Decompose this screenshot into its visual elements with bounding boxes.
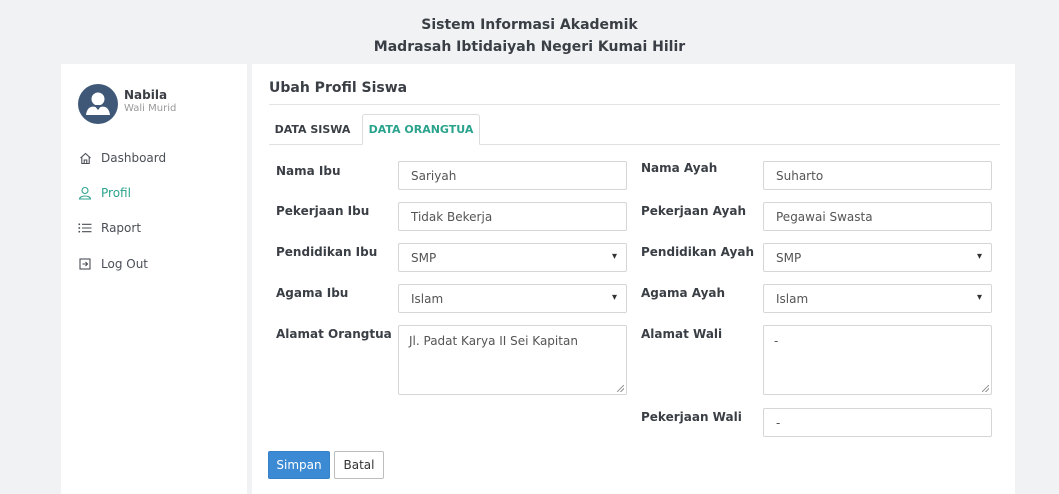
label-pekerjaan-ibu: Pekerjaan Ibu — [276, 204, 370, 218]
label-pendidikan-ayah: Pendidikan Ayah — [641, 245, 755, 259]
pendidikan-ayah-select[interactable]: SMP — [763, 243, 992, 272]
resize-handle-icon[interactable] — [617, 385, 624, 392]
label-alamat-orangtua: Alamat Orangtua — [276, 327, 392, 341]
nama-ibu-input[interactable]: Sariyah — [398, 161, 627, 190]
alamat-orangtua-textarea[interactable]: Jl. Padat Karya II Sei Kapitan — [398, 325, 627, 395]
sidebar-item-label: Raport — [101, 221, 142, 235]
avatar[interactable] — [78, 84, 118, 124]
pekerjaan-ayah-input[interactable]: Pegawai Swasta — [763, 202, 992, 231]
page-title: Ubah Profil Siswa — [269, 80, 408, 96]
sidebar-item-profil[interactable]: Profil — [78, 183, 131, 203]
label-agama-ayah: Agama Ayah — [641, 286, 726, 300]
alamat-wali-textarea[interactable]: - — [763, 325, 992, 395]
sidebar: Nabila Wali Murid Dashboard Profil Rapor… — [61, 64, 247, 494]
school-name: Madrasah Ibtidaiyah Negeri Kumai Hilir — [373, 39, 686, 55]
main-panel: Ubah Profil Siswa DATA SISWA DATA ORANGT… — [252, 64, 1015, 494]
user-name: Nabila — [124, 88, 168, 102]
pendidikan-ibu-select[interactable]: SMP — [398, 243, 627, 272]
sidebar-item-logout[interactable]: Log Out — [78, 254, 148, 274]
user-icon — [78, 186, 92, 200]
label-pekerjaan-wali: Pekerjaan Wali — [641, 410, 742, 424]
label-agama-ibu: Agama Ibu — [276, 286, 349, 300]
home-icon — [78, 151, 92, 165]
nama-ayah-input[interactable]: Suharto — [763, 161, 992, 190]
label-pekerjaan-ayah: Pekerjaan Ayah — [641, 204, 746, 218]
pekerjaan-ibu-input[interactable]: Tidak Bekerja — [398, 202, 627, 231]
sidebar-item-label: Log Out — [101, 257, 149, 271]
alamat-orangtua-value: Jl. Padat Karya II Sei Kapitan — [409, 334, 578, 348]
label-alamat-wali: Alamat Wali — [641, 327, 723, 341]
tab-data-orangtua[interactable]: DATA ORANGTUA — [362, 114, 480, 145]
divider — [269, 104, 1000, 105]
resize-handle-icon[interactable] — [982, 385, 989, 392]
sidebar-item-label: Profil — [101, 186, 131, 200]
list-icon — [78, 221, 92, 235]
app-header: Sistem Informasi Akademik Madrasah Ibtid… — [0, 0, 1059, 62]
label-nama-ibu: Nama Ibu — [276, 164, 341, 178]
user-role: Wali Murid — [124, 103, 177, 114]
pekerjaan-wali-input[interactable]: - — [763, 408, 992, 437]
save-button[interactable]: Simpan — [268, 451, 330, 479]
label-pendidikan-ibu: Pendidikan Ibu — [276, 245, 378, 259]
cancel-button[interactable]: Batal — [334, 451, 384, 479]
alamat-wali-value: - — [774, 334, 779, 348]
sidebar-item-label: Dashboard — [101, 151, 167, 165]
app-title: Sistem Informasi Akademik — [421, 17, 638, 33]
tab-data-siswa[interactable]: DATA SISWA — [269, 114, 356, 145]
agama-ayah-select[interactable]: Islam — [763, 284, 992, 313]
sidebar-item-raport[interactable]: Raport — [78, 218, 141, 238]
logout-icon — [78, 257, 92, 271]
sidebar-item-dashboard[interactable]: Dashboard — [78, 148, 166, 168]
label-nama-ayah: Nama Ayah — [641, 161, 718, 175]
user-avatar-icon — [86, 92, 110, 115]
agama-ibu-select[interactable]: Islam — [398, 284, 627, 313]
